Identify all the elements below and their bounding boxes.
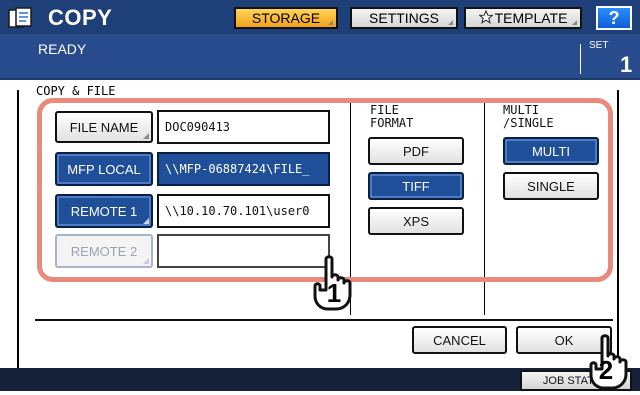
tab-storage-label: STORAGE — [251, 10, 321, 26]
tab-template-label: TEMPLATE — [494, 10, 568, 26]
callout-2-number: 2 — [598, 355, 614, 385]
help-button[interactable]: ? — [596, 6, 632, 30]
set-divider — [580, 44, 581, 74]
tab-arrow-icon — [572, 20, 577, 25]
callout-1-number: 1 — [326, 278, 342, 308]
tab-settings-label: SETTINGS — [368, 10, 439, 26]
pointing-hand-icon: 2 — [584, 334, 638, 390]
section-title: COPY & FILE — [34, 84, 118, 98]
star-icon — [477, 9, 494, 27]
set-label: SET — [589, 40, 609, 51]
tab-template[interactable]: TEMPLATE — [464, 7, 582, 29]
tab-storage[interactable]: STORAGE — [234, 7, 338, 29]
status-text: READY — [38, 41, 87, 57]
status-bar — [0, 38, 640, 78]
tab-settings[interactable]: SETTINGS — [350, 7, 458, 29]
callout-1: 1 — [322, 278, 346, 308]
copy-icon — [7, 6, 35, 32]
callout-2: 2 — [594, 355, 618, 385]
pointing-hand-icon: 1 — [306, 255, 362, 313]
frame-right-line — [617, 90, 619, 368]
cancel-button[interactable]: CANCEL — [412, 326, 507, 354]
app-title: COPY — [48, 5, 113, 30]
tab-arrow-icon — [328, 20, 333, 25]
set-count: 1 — [620, 52, 633, 77]
bottom-rule — [35, 319, 613, 321]
frame-left-line — [17, 90, 19, 368]
tab-arrow-icon — [448, 20, 453, 25]
